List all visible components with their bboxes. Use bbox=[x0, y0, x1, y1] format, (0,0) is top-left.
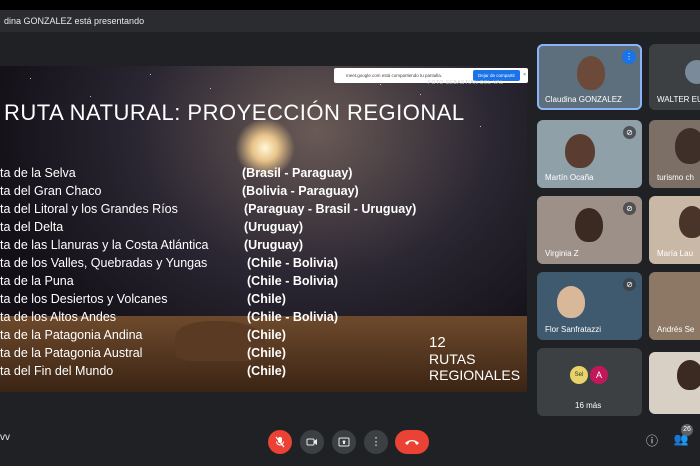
route-countries: (Chile) bbox=[247, 364, 286, 378]
participant-tile[interactable]: ⊘ Virginia Z bbox=[537, 196, 642, 264]
more-participants-label: 16 más bbox=[575, 401, 602, 410]
route-name: ta de las Llanuras y la Costa Atlántica bbox=[0, 238, 209, 252]
route-name: ta de la Patagonia Austral bbox=[0, 346, 143, 360]
speaking-indicator-icon: ⋮ bbox=[622, 50, 636, 64]
route-countries: (Paraguay - Brasil - Uruguay) bbox=[244, 202, 417, 216]
participant-video bbox=[577, 56, 605, 90]
end-call-button[interactable] bbox=[395, 430, 429, 454]
route-countries: (Chile - Bolivia) bbox=[247, 274, 338, 288]
participant-name: Virginia Z bbox=[545, 249, 579, 258]
route-countries: (Bolivia - Paraguay) bbox=[242, 184, 359, 198]
info-icon: ⓘ bbox=[645, 434, 658, 448]
participant-video bbox=[677, 360, 700, 390]
participant-tile[interactable]: Andrés Se bbox=[649, 272, 700, 340]
mic-off-icon bbox=[275, 436, 285, 448]
route-countries: (Uruguay) bbox=[244, 220, 304, 234]
share-notice-text: meet.google.com está compartiendo tu pan… bbox=[346, 73, 443, 78]
routes-count-label-2: REGIONALES bbox=[429, 367, 521, 383]
mic-off-icon: ⊘ bbox=[623, 278, 636, 291]
route-name: ta del Delta bbox=[0, 220, 64, 234]
present-screen-icon bbox=[338, 437, 350, 447]
avatar: A bbox=[590, 366, 608, 384]
route-name: ta de los Desiertos y Volcanes bbox=[0, 292, 168, 306]
routes-count: 12 bbox=[429, 334, 446, 351]
avatar: Sel bbox=[570, 366, 588, 384]
route-name: ta de la Selva bbox=[0, 166, 76, 180]
route-name: ta de los Altos Andes bbox=[0, 310, 117, 324]
routes-count-label: RUTAS bbox=[429, 351, 476, 367]
participant-name: turismo ch bbox=[657, 173, 694, 182]
participant-tile[interactable]: turismo ch bbox=[649, 120, 700, 188]
hang-up-icon bbox=[405, 440, 419, 445]
participant-video bbox=[679, 206, 700, 238]
participant-name: Flor Sanfratazzi bbox=[545, 325, 602, 334]
meeting-code: vv bbox=[0, 432, 10, 443]
photo-credit: FOTO SEBASTIAN DEL VAL bbox=[428, 80, 504, 86]
participant-tile[interactable]: María Lau bbox=[649, 196, 700, 264]
present-button[interactable] bbox=[332, 430, 356, 454]
participant-video bbox=[675, 128, 700, 164]
route-countries: (Uruguay) bbox=[244, 238, 304, 252]
participant-name: Martín Ocaña bbox=[545, 173, 594, 182]
more-participants-tile[interactable]: Sel A 16 más bbox=[537, 348, 642, 416]
participant-video bbox=[575, 208, 603, 242]
close-notice-icon[interactable]: × bbox=[523, 72, 526, 78]
more-options-button[interactable]: ⋮ bbox=[364, 430, 388, 454]
route-name: ta de la Puna bbox=[0, 274, 74, 288]
participant-tile[interactable]: ⊘ Flor Sanfratazzi bbox=[537, 272, 642, 340]
participant-tile[interactable]: WALTER EU bbox=[649, 44, 700, 110]
route-name: ta de los Valles, Quebradas y Yungas bbox=[0, 256, 208, 270]
route-countries: (Chile - Bolivia) bbox=[247, 310, 338, 324]
window-top-bar bbox=[0, 0, 700, 10]
participant-name: Andrés Se bbox=[657, 325, 695, 334]
participant-name: Claudina GONZALEZ bbox=[545, 95, 622, 104]
route-countries: (Chile) bbox=[247, 346, 286, 360]
avatar bbox=[685, 60, 700, 84]
route-countries: (Chile - Bolivia) bbox=[247, 256, 338, 270]
slide-title: RUTA NATURAL: PROYECCIÓN REGIONAL bbox=[4, 100, 465, 125]
participant-name: WALTER EU bbox=[657, 95, 700, 104]
presenting-banner: dina GONZALEZ está presentando bbox=[0, 10, 700, 32]
participant-count-badge: 26 bbox=[681, 424, 693, 436]
route-name: ta de la Patagonia Andina bbox=[0, 328, 143, 342]
camera-icon bbox=[306, 438, 317, 446]
camera-button[interactable] bbox=[300, 430, 324, 454]
meeting-details-button[interactable]: ⓘ bbox=[643, 432, 661, 450]
mic-off-button[interactable] bbox=[268, 430, 292, 454]
participant-tile[interactable]: ⋮ Claudina GONZALEZ bbox=[537, 44, 642, 110]
mic-off-icon: ⊘ bbox=[623, 202, 636, 215]
route-countries: (Brasil - Paraguay) bbox=[242, 166, 353, 180]
participant-tile[interactable]: ⊘ Martín Ocaña bbox=[537, 120, 642, 188]
self-view-tile[interactable] bbox=[649, 352, 700, 414]
participant-video bbox=[565, 134, 595, 168]
route-countries: (Chile) bbox=[247, 328, 286, 342]
mic-off-icon: ⊘ bbox=[623, 126, 636, 139]
route-countries: (Chile) bbox=[247, 292, 286, 306]
route-name: ta del Gran Chaco bbox=[0, 184, 102, 198]
participant-name: María Lau bbox=[657, 249, 694, 258]
participant-video bbox=[557, 286, 585, 318]
more-vert-icon: ⋮ bbox=[370, 436, 382, 448]
route-name: ta del Fin del Mundo bbox=[0, 364, 114, 378]
route-name: ta del Litoral y los Grandes Ríos bbox=[0, 202, 178, 216]
